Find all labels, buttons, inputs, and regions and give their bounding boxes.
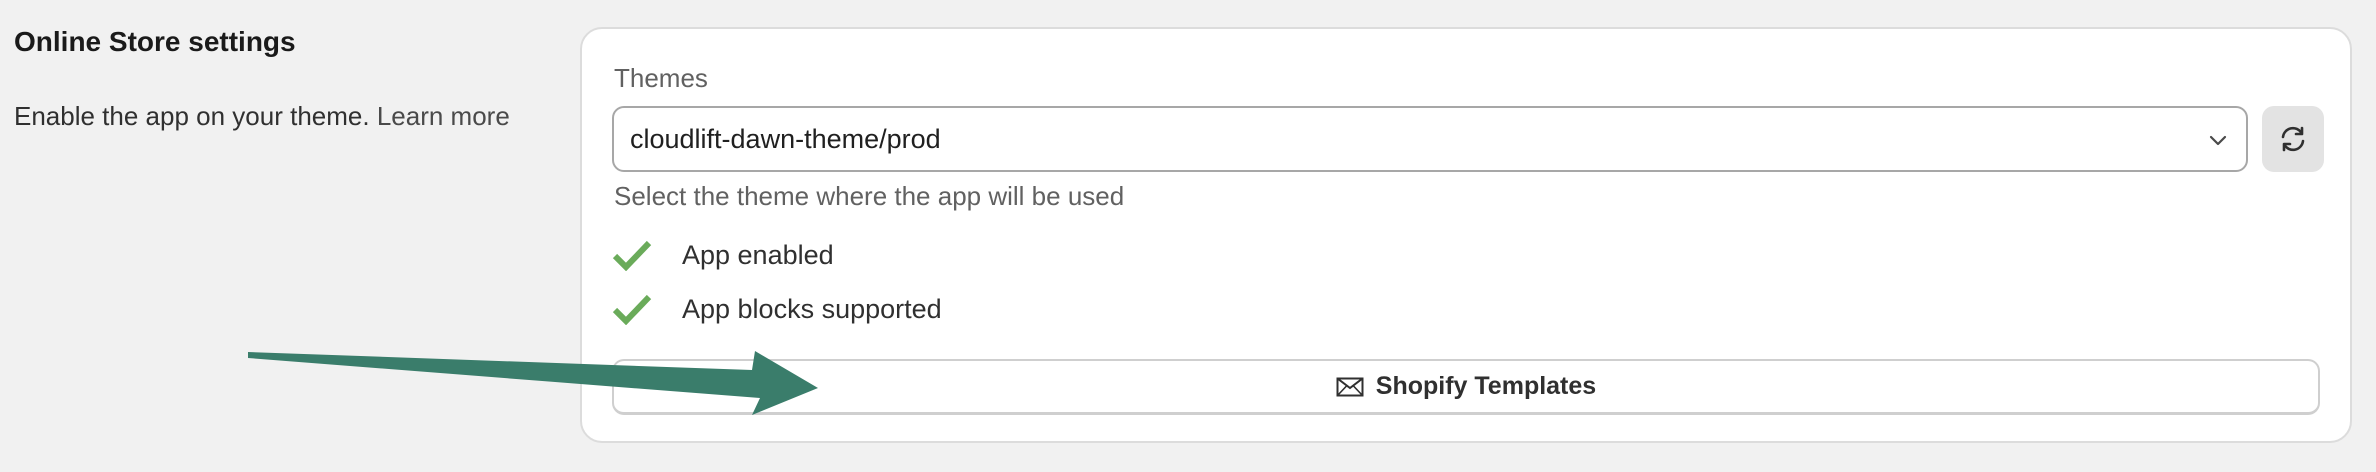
settings-card: Themes cloudlift-dawn-theme/prod Select …: [580, 27, 2352, 443]
status-label: App enabled: [682, 239, 834, 270]
theme-select[interactable]: cloudlift-dawn-theme/prod: [612, 106, 2248, 172]
status-app-enabled: App enabled: [612, 239, 834, 271]
section-title: Online Store settings: [14, 26, 296, 57]
learn-more-link[interactable]: Learn more: [377, 101, 510, 131]
refresh-themes-button[interactable]: [2262, 106, 2324, 172]
theme-select-value: cloudlift-dawn-theme/prod: [630, 123, 941, 154]
checkmark-icon: [612, 294, 652, 325]
chevron-down-icon: [2209, 135, 2227, 146]
status-app-blocks-supported: App blocks supported: [612, 293, 942, 325]
refresh-icon: [2281, 126, 2305, 152]
status-label: App blocks supported: [682, 293, 942, 324]
section-intro: Online Store settings Enable the app on …: [14, 24, 574, 135]
section-description-text: Enable the app on your theme.: [14, 101, 370, 132]
shopify-templates-button[interactable]: Shopify Templates: [612, 359, 2320, 415]
themes-label: Themes: [614, 63, 708, 93]
themes-help-text: Select the theme where the app will be u…: [614, 181, 1125, 211]
online-store-settings-page: Online Store settings Enable the app on …: [0, 0, 2376, 472]
checkmark-icon: [612, 240, 652, 271]
section-description: Enable the app on your theme. Learn more: [14, 98, 574, 134]
shopify-templates-label: Shopify Templates: [1375, 372, 1597, 400]
mail-icon: [1336, 377, 1364, 396]
